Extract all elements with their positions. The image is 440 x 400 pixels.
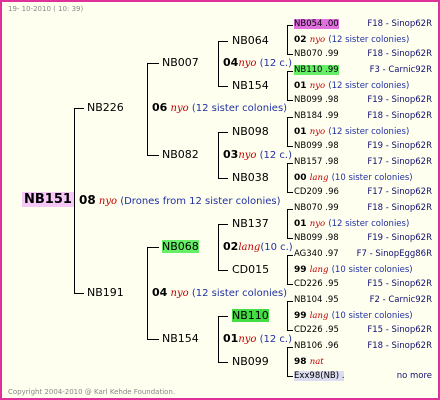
connector: [147, 339, 159, 340]
gen4-line: F17 - Sinop62R: [367, 157, 432, 167]
connector: [287, 146, 293, 147]
connector: [218, 178, 228, 179]
gen4-line: F18 - Sinop62R: [367, 203, 432, 213]
gen1-mating-info: 04 nyo (12 sister colonies): [152, 286, 288, 299]
connector: [287, 301, 288, 331]
gen2-queen[interactable]: NB082: [162, 148, 199, 161]
connector: [287, 347, 293, 348]
print-date: 19- 10-2010 ( 10: 39): [8, 5, 84, 13]
connector: [287, 376, 293, 377]
connector: [287, 25, 293, 26]
connector: [287, 71, 288, 101]
gen4-line: F19 - Sinop62R: [367, 95, 432, 105]
gen3-queen[interactable]: NB099: [232, 355, 269, 368]
connector: [218, 224, 228, 225]
gen3-queen[interactable]: NB110: [232, 309, 269, 322]
connector: [287, 347, 288, 377]
gen2-mating-info: 02lang(10 c.): [223, 240, 293, 253]
connector: [287, 301, 293, 302]
gen3-queen[interactable]: NB098: [232, 125, 269, 138]
gen4-line: F18 - Sinop62R: [367, 19, 432, 29]
root-id: NB151: [22, 192, 74, 207]
gen3-queen[interactable]: NB154: [232, 79, 269, 92]
connector: [287, 209, 293, 210]
connector: [147, 155, 159, 156]
connector: [147, 63, 159, 64]
gen4-mating-info: 99 lang (10 sister colonies): [294, 311, 413, 321]
gen4-mating-info: 01 nyo (12 sister colonies): [294, 127, 410, 137]
connector: [218, 41, 219, 87]
connector: [74, 293, 84, 294]
connector: [287, 284, 293, 285]
gen4-line: F19 - Sinop62R: [367, 233, 432, 243]
gen4-mating-info: 01 nyo (12 sister colonies): [294, 81, 410, 91]
gen4-line: F17 - Sinop62R: [367, 187, 432, 197]
gen4-line: F3 - Carnic92R: [369, 65, 432, 75]
gen4-line: F18 - Sinop62R: [367, 49, 432, 59]
connector: [287, 192, 293, 193]
connector: [147, 247, 159, 248]
connector: [218, 224, 219, 271]
connector: [218, 132, 228, 133]
root-mating-info: 08 nyo (Drones from 12 sister colonies): [79, 193, 281, 207]
gen4-mating-info: 98 nat: [294, 357, 324, 367]
connector: [287, 25, 288, 55]
connector: [147, 63, 148, 156]
gen3-queen[interactable]: CD015: [232, 263, 269, 276]
root-queen[interactable]: NB151: [22, 192, 74, 207]
connector: [218, 362, 228, 363]
gen4-line: F18 - Sinop62R: [367, 111, 432, 121]
gen4-mating-info: 00 lang (10 sister colonies): [294, 173, 413, 183]
gen4-line: F19 - Sinop62R: [367, 141, 432, 151]
connector: [218, 41, 228, 42]
connector: [287, 54, 293, 55]
connector: [218, 132, 219, 179]
connector: [287, 163, 293, 164]
gen1-mating-info: 06 nyo (12 sister colonies): [152, 101, 288, 114]
copyright-text: Copyright 2004-2010 @ Karl Kehde Foundat…: [8, 388, 176, 396]
gen1-queen[interactable]: NB191: [87, 286, 124, 299]
gen1-queen[interactable]: NB226: [87, 101, 124, 114]
gen2-queen[interactable]: NB007: [162, 56, 199, 69]
gen3-queen[interactable]: NB038: [232, 171, 269, 184]
connector: [287, 100, 293, 101]
gen4-line: F18 - Sinop62R: [367, 341, 432, 351]
gen3-queen[interactable]: NB064: [232, 34, 269, 47]
root-generation: 08: [79, 193, 96, 207]
gen4-mating-info: 99 lang (10 sister colonies): [294, 265, 413, 275]
gen2-queen[interactable]: NB068: [162, 240, 199, 253]
connector: [218, 316, 219, 363]
gen3-queen[interactable]: NB137: [232, 217, 269, 230]
connector: [287, 71, 293, 72]
gen4-line: no more: [396, 371, 432, 381]
gen4-line: F2 - Carnic92R: [369, 295, 432, 305]
connector: [147, 247, 148, 340]
gen2-mating-info: 03nyo (12 c.): [223, 148, 293, 161]
connector: [287, 117, 288, 147]
connector: [287, 163, 288, 193]
connector: [287, 255, 288, 285]
gen4-mating-info: 01 nyo (12 sister colonies): [294, 219, 410, 229]
gen2-mating-info: 01nyo (12 c.): [223, 332, 293, 345]
connector: [74, 108, 84, 109]
gen4-line: F15 - Sinop62R: [367, 325, 432, 335]
gen4-mating-info: 02 nyo (12 sister colonies): [294, 35, 410, 45]
root-mating: nyo: [98, 196, 118, 207]
connector: [218, 86, 228, 87]
gen2-mating-info: 04nyo (12 c.): [223, 56, 293, 69]
connector: [287, 238, 293, 239]
connector: [218, 270, 228, 271]
root-remark: (Drones from 12 sister colonies): [120, 196, 281, 207]
gen4-line: F7 - SinopEgg86R: [356, 249, 432, 259]
connector: [74, 108, 75, 294]
connector: [287, 255, 293, 256]
gen2-queen[interactable]: NB154: [162, 332, 199, 345]
connector: [287, 209, 288, 239]
connector: [287, 330, 293, 331]
pedigree-frame: { "header": { "date": "19- 10-2010 ( 10:…: [0, 0, 440, 400]
connector: [287, 117, 293, 118]
gen4-line: F15 - Sinop62R: [367, 279, 432, 289]
connector: [218, 316, 228, 317]
